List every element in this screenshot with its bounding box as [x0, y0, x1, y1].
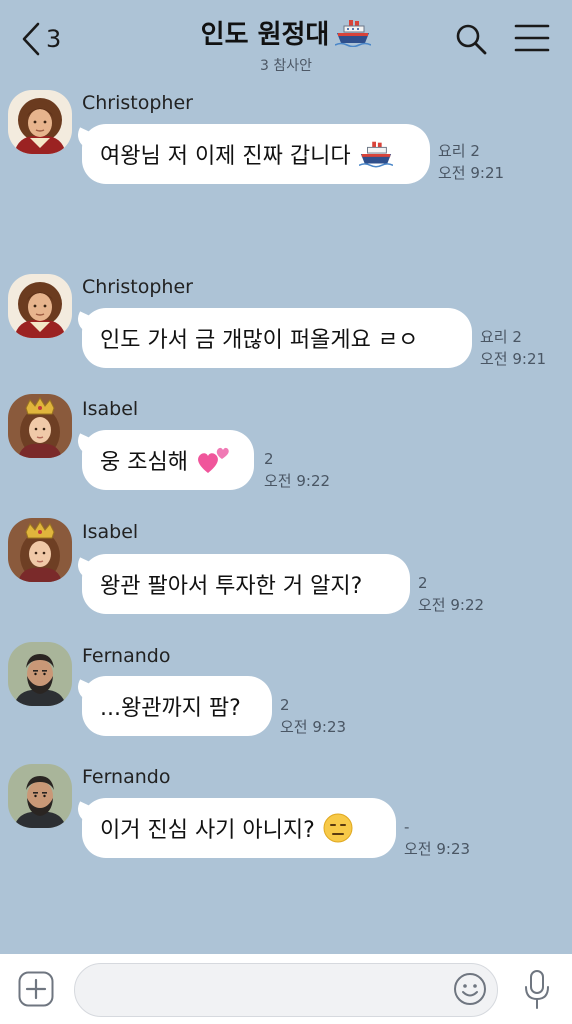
message-input-bar	[0, 954, 572, 1024]
unread-count: 요리 2	[480, 328, 522, 346]
message-text: 웅 조심해	[100, 450, 188, 475]
avatar-christopher[interactable]	[8, 90, 72, 154]
chat-title: 인도 원정대	[201, 14, 372, 51]
sender-name: Christopher	[82, 276, 193, 298]
plus-icon[interactable]	[18, 971, 54, 1007]
avatar-isabel[interactable]	[8, 518, 72, 582]
message-text: ...왕관까지 팜?	[100, 696, 241, 721]
ship-icon	[335, 19, 372, 47]
avatar-fernando[interactable]	[8, 764, 72, 828]
message-meta: 요리 2 오전 9:21	[438, 140, 504, 184]
sender-name: Christopher	[82, 92, 193, 114]
expressionless-emoji	[323, 813, 353, 843]
message-time: 오전 9:22	[418, 596, 485, 614]
message-time: 오전 9:21	[480, 350, 547, 368]
message-time: 오전 9:22	[264, 472, 331, 490]
sender-name: Isabel	[82, 398, 139, 420]
sender-name: Fernando	[82, 766, 171, 788]
sender-name: Fernando	[82, 645, 171, 667]
message-bubble[interactable]: 여왕님 저 이제 진짜 갑니다	[82, 124, 430, 184]
search-icon[interactable]	[454, 22, 488, 56]
message-bubble[interactable]: 웅 조심해	[82, 430, 254, 490]
message-bubble[interactable]: 이거 진심 사기 아니지?	[82, 798, 396, 858]
message-text: 여왕님 저 이제 진짜 갑니다	[100, 144, 351, 169]
menu-icon[interactable]	[514, 22, 550, 54]
message-bubble[interactable]: ...왕관까지 팜?	[82, 676, 272, 736]
message-time: 오전 9:21	[438, 164, 505, 182]
message-meta: - 오전 9:23	[404, 816, 470, 860]
chat-title-text: 인도 원정대	[200, 20, 330, 50]
message-time: 오전 9:23	[280, 718, 347, 736]
unread-count: 2	[418, 574, 428, 592]
microphone-icon[interactable]	[522, 968, 552, 1012]
message-bubble[interactable]: 인도 가서 금 개많이 퍼올게요 ㄹㅇ	[82, 308, 472, 368]
message-input[interactable]	[74, 963, 498, 1017]
two-hearts-emoji	[198, 447, 229, 473]
message-text: 이거 진심 사기 아니지?	[100, 818, 315, 843]
message-meta: 2 오전 9:22	[264, 448, 330, 492]
message-meta: 요리 2 오전 9:21	[480, 326, 546, 370]
emoji-icon[interactable]	[453, 972, 487, 1006]
message-meta: 2 오전 9:23	[280, 694, 346, 738]
ship-emoji	[358, 141, 393, 168]
avatar-fernando[interactable]	[8, 642, 72, 706]
unread-count: -	[404, 818, 410, 836]
chat-header: 3 인도 원정대 3 참사안	[0, 0, 572, 78]
avatar-christopher[interactable]	[8, 274, 72, 338]
unread-count: 2	[264, 450, 274, 468]
unread-count: 2	[280, 696, 290, 714]
message-bubble[interactable]: 왕관 팔아서 투자한 거 알지?	[82, 554, 410, 614]
message-text: 왕관 팔아서 투자한 거 알지?	[100, 574, 363, 599]
sender-name: Isabel	[82, 521, 139, 543]
message-text: 인도 가서 금 개많이 퍼올게요 ㄹㅇ	[100, 328, 419, 353]
participant-count: 3 참사안	[260, 58, 312, 74]
unread-count: 요리 2	[438, 142, 480, 160]
message-time: 오전 9:23	[404, 840, 471, 858]
message-meta: 2 오전 9:22	[418, 572, 484, 616]
avatar-isabel[interactable]	[8, 394, 72, 458]
